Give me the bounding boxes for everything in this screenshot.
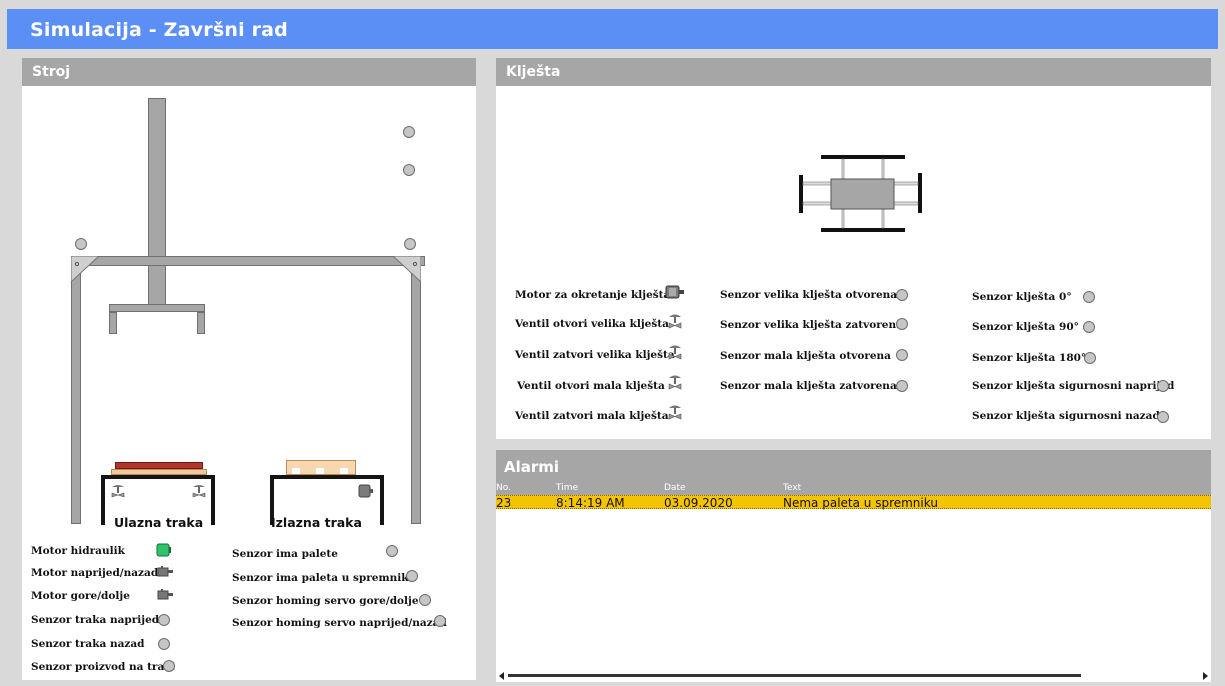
- belt-out-right-leg: [380, 479, 384, 525]
- label-senzor-traka-nazad: Senzor traka nazad: [31, 638, 145, 650]
- right-corner-bracket: [393, 256, 421, 283]
- scrollbar-thumb[interactable]: [508, 674, 1081, 677]
- belt-in-right-leg: [211, 479, 215, 525]
- panel-stroj: Stroj Ulazna traka Izlazna traka Motor h…: [22, 58, 476, 680]
- belt-out-top: [270, 475, 384, 479]
- panel-stroj-title: Stroj: [22, 58, 476, 86]
- sensor-led: [1083, 321, 1095, 333]
- sensor-led: [386, 545, 398, 557]
- sensor-led: [896, 318, 908, 330]
- sensor-led: [1084, 352, 1096, 364]
- label-senzor-ima-paleta-u-spremniku: Senzor ima paleta u spremniku: [232, 572, 417, 584]
- sensor-led: [158, 614, 170, 626]
- right-leg: [411, 266, 421, 524]
- valve-icon[interactable]: [668, 344, 682, 360]
- label-senzor-mala-otvorena: Senzor mala klješta otvorena: [720, 350, 891, 362]
- sensor-led: [158, 638, 170, 650]
- hydraulic-motor-icon[interactable]: [156, 543, 172, 557]
- pallet-slats: [292, 468, 350, 474]
- alarm-date: 03.09.2020: [664, 496, 733, 510]
- label-senzor-sigurnosni-naprijed: Senzor klješta sigurnosni naprijed: [972, 380, 1175, 392]
- label-senzor-traka-naprijed: Senzor traka naprijed: [31, 614, 160, 626]
- belt-in-label: Ulazna traka: [114, 515, 204, 530]
- sensor-led: [896, 289, 908, 301]
- label-ventil-zatvori-mala: Ventil zatvori mala klješta: [515, 410, 669, 422]
- label-senzor-klijesta-180: Senzor klješta 180°: [972, 352, 1087, 364]
- valve-icon[interactable]: [668, 374, 682, 390]
- gripper-right-finger: [197, 312, 205, 334]
- scroll-left-icon[interactable]: [498, 672, 506, 680]
- sensor-led: [404, 238, 416, 250]
- label-ventil-otvori-velika: Ventil otvori velika klješta: [515, 318, 669, 330]
- sensor-led: [419, 594, 431, 606]
- column-header-text[interactable]: Text: [783, 483, 801, 493]
- alarm-time: 8:14:19 AM: [556, 496, 625, 510]
- valve-icon: [192, 485, 206, 498]
- column-header-date[interactable]: Date: [664, 483, 686, 493]
- label-senzor-homing-servo-naprijed-nazad: Senzor homing servo naprijed/nazad: [232, 617, 447, 629]
- label-senzor-ima-palete: Senzor ima palete: [232, 548, 338, 560]
- gripper-left-finger: [109, 312, 117, 334]
- valve-icon[interactable]: [668, 313, 682, 329]
- sensor-led: [896, 380, 908, 392]
- label-motor-za-okretanje: Motor za okretanje klješta: [515, 289, 671, 301]
- panel-klijesta: Klješta Motor za okretanje klješta Venti…: [496, 58, 1211, 439]
- sensor-led: [406, 570, 418, 582]
- valve-icon: [111, 485, 125, 498]
- sensor-led: [896, 349, 908, 361]
- alarm-text: Nema paleta u spremniku: [783, 496, 938, 510]
- motor-icon[interactable]: [156, 589, 174, 601]
- alarm-table-header: No. Time Date Text: [496, 483, 1211, 495]
- belt-out-label: Izlazna traka: [271, 515, 362, 530]
- gripper-diagram: [799, 155, 922, 232]
- motor-icon[interactable]: [156, 566, 174, 578]
- vertical-column: [148, 98, 166, 305]
- label-motor-gore-dolje: Motor gore/dolje: [31, 590, 130, 602]
- sensor-led: [1083, 291, 1095, 303]
- panel-klijesta-title: Klješta: [496, 58, 1211, 86]
- sensor-led: [1157, 411, 1169, 423]
- valve-icon[interactable]: [668, 404, 682, 420]
- app-title-bar: Simulacija - Završni rad: [7, 9, 1218, 49]
- label-senzor-mala-zatvorena: Senzor mala klješta zatvorena: [720, 380, 897, 392]
- motor-icon[interactable]: [665, 285, 685, 299]
- belt-in-left-leg: [101, 479, 105, 525]
- top-beam: [71, 256, 425, 266]
- label-motor-hidraulik: Motor hidraulik: [31, 545, 125, 557]
- label-senzor-klijesta-90: Senzor klješta 90°: [972, 321, 1079, 333]
- sensor-led: [75, 238, 87, 250]
- label-motor-naprijed-nazad: Motor naprijed/nazad: [31, 567, 159, 579]
- left-leg: [71, 266, 81, 524]
- app-title: Simulacija - Završni rad: [30, 19, 288, 41]
- panel-alarmi: Alarmi No. Time Date Text 23 8:14:19 AM …: [496, 450, 1211, 682]
- sensor-led: [163, 660, 175, 672]
- alarm-title: Alarmi: [504, 458, 560, 476]
- motor-icon: [358, 484, 373, 498]
- alarm-title-bar: Alarmi: [496, 450, 1211, 483]
- label-senzor-homing-servo-gore-dolje: Senzor homing servo gore/dolje: [232, 595, 419, 607]
- sensor-led: [434, 615, 446, 627]
- scroll-right-icon[interactable]: [1201, 672, 1209, 680]
- label-senzor-sigurnosni-nazad: Senzor klješta sigurnosni nazad: [972, 410, 1160, 422]
- label-senzor-proizvod-na-traci: Senzor proizvod na traci: [31, 661, 175, 673]
- column-header-no[interactable]: No.: [496, 483, 511, 493]
- belt-in-top: [101, 475, 215, 479]
- column-header-time[interactable]: Time: [556, 483, 578, 493]
- sensor-led: [403, 126, 415, 138]
- table-row[interactable]: 23 8:14:19 AM 03.09.2020 Nema paleta u s…: [496, 495, 1211, 510]
- gripper-crossbar: [109, 304, 205, 312]
- label-senzor-velika-otvorena: Senzor velika klješta otvorena: [720, 289, 898, 301]
- label-senzor-klijesta-0: Senzor klješta 0°: [972, 291, 1072, 303]
- label-ventil-zatvori-velika: Ventil zatvori velika klješta: [515, 349, 675, 361]
- alarm-no: 23: [496, 496, 512, 510]
- sensor-led: [1157, 380, 1169, 392]
- horizontal-scrollbar[interactable]: [496, 670, 1211, 682]
- sensor-led: [403, 164, 415, 176]
- label-ventil-otvori-mala: Ventil otvori mala klješta: [517, 380, 665, 392]
- left-corner-bracket: [71, 256, 99, 283]
- label-senzor-velika-zatvorena: Senzor velika klješta zatvorena: [720, 319, 903, 331]
- pallet-stack: [115, 462, 203, 469]
